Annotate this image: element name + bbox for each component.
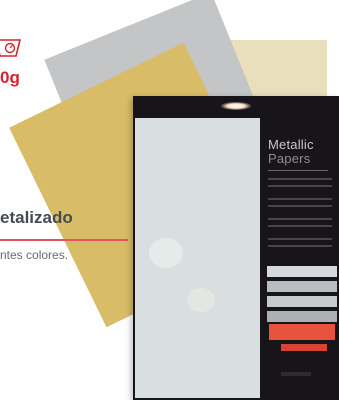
paper-weight-label: 0g — [0, 68, 20, 87]
color-swatch-list — [267, 266, 337, 326]
swatch — [267, 281, 337, 292]
product-scene: 0g etalizado ntes colores. Metallic Pape… — [0, 0, 339, 400]
booklet-brand: Metallic Papers — [268, 138, 314, 166]
title-underline — [0, 239, 128, 241]
photo-blur-shape — [149, 238, 183, 268]
booklet-text-block — [268, 178, 332, 252]
brand-divider — [268, 170, 328, 171]
brand-line-1: Metallic — [268, 137, 314, 152]
booklet-photo-panel — [135, 118, 260, 398]
booklet-red-block — [269, 324, 335, 340]
booklet-footer-mark — [281, 372, 311, 376]
booklet-sidebar: Metallic Papers — [263, 118, 339, 398]
section-title: etalizado — [0, 208, 73, 227]
swatch — [267, 311, 337, 322]
swatch — [267, 266, 337, 277]
swatch — [267, 296, 337, 307]
booklet-red-bar — [281, 344, 327, 351]
brand-line-2: Papers — [268, 151, 311, 166]
booklet-light-glare — [221, 102, 251, 110]
photo-blur-shape — [187, 288, 215, 312]
metallic-papers-booklet: Metallic Papers — [133, 96, 339, 400]
product-description: ntes colores. — [0, 248, 69, 262]
weight-scale-icon — [0, 39, 22, 57]
